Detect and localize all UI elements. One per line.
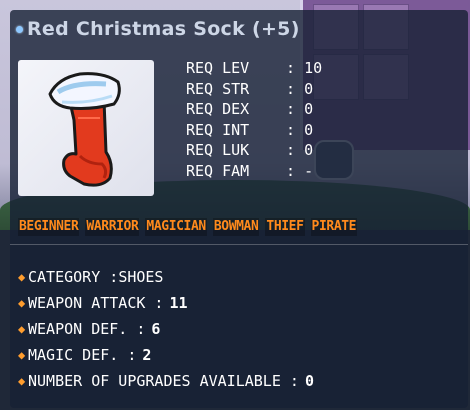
job-warrior: WARRIOR <box>85 218 140 236</box>
job-beginner: BEGINNER <box>18 218 80 236</box>
bullet-icon: ◆ <box>18 348 26 362</box>
item-title: Red Christmas Sock (+5) <box>16 18 300 40</box>
req-row-luk: REQ LUK: 0 <box>186 141 314 159</box>
req-value: 0 <box>304 100 314 118</box>
stat-magic-def: ◆ MAGIC DEF. : 2 <box>18 342 314 368</box>
stat-label: CATEGORY : <box>28 268 119 286</box>
req-value: 0 <box>304 120 314 139</box>
stat-label: WEAPON ATTACK : <box>28 294 164 312</box>
req-row-int: REQ INT: 0 <box>186 120 314 139</box>
job-list: BEGINNER WARRIOR MAGICIAN BOWMAN THIEF P… <box>18 218 358 236</box>
job-thief: THIEF <box>265 218 305 236</box>
req-value: 0 <box>304 141 314 159</box>
req-label: REQ LUK <box>186 141 250 159</box>
req-label: REQ STR <box>186 79 250 98</box>
req-row-dex: REQ DEX: 0 <box>186 100 314 118</box>
stats-list: ◆ CATEGORY : SHOES ◆ WEAPON ATTACK : 11 ◆ … <box>18 264 314 394</box>
bullet-icon: ◆ <box>18 322 26 336</box>
divider <box>10 244 468 245</box>
stat-upgrades-available: ◆ NUMBER OF UPGRADES AVAILABLE : 0 <box>18 368 314 394</box>
req-row-fam: REQ FAM: - <box>186 161 314 180</box>
stat-value: 0 <box>304 372 314 390</box>
req-label: REQ LEV <box>186 59 250 77</box>
item-tooltip: Red Christmas Sock (+5) REQ LEV: 10 REQ … <box>10 10 468 408</box>
stat-value: 2 <box>142 346 152 364</box>
stat-weapon-attack: ◆ WEAPON ATTACK : 11 <box>18 290 314 316</box>
job-pirate: PIRATE <box>310 218 358 236</box>
stat-label: WEAPON DEF. : <box>28 320 146 338</box>
req-label: REQ DEX <box>186 100 250 118</box>
stat-label: NUMBER OF UPGRADES AVAILABLE : <box>28 372 299 390</box>
stat-category: ◆ CATEGORY : SHOES <box>18 264 314 290</box>
stat-weapon-def: ◆ WEAPON DEF. : 6 <box>18 316 314 342</box>
stat-label: MAGIC DEF. : <box>28 346 137 364</box>
req-label: REQ INT <box>186 120 250 139</box>
stat-value: 6 <box>151 320 161 338</box>
red-christmas-sock-icon <box>48 72 121 187</box>
req-value: 10 <box>304 59 323 77</box>
bullet-dot-icon <box>16 25 23 33</box>
item-icon-frame <box>18 60 154 196</box>
req-row-level: REQ LEV: 10 <box>186 59 323 77</box>
item-name: Red Christmas Sock (+5) <box>27 18 300 40</box>
requirements-list: REQ LEV: 10 REQ STR: 0 REQ DEX: 0 REQ IN… <box>186 58 336 181</box>
bullet-icon: ◆ <box>18 296 26 310</box>
job-bowman: BOWMAN <box>212 218 260 236</box>
req-row-str: REQ STR: 0 <box>186 79 314 98</box>
req-label: REQ FAM <box>186 161 250 180</box>
stat-value: SHOES <box>118 268 164 286</box>
job-magician: MAGICIAN <box>145 218 207 236</box>
bullet-icon: ◆ <box>18 270 26 284</box>
bullet-icon: ◆ <box>18 374 26 388</box>
req-value: - <box>304 161 314 180</box>
req-value: 0 <box>304 79 314 98</box>
stat-value: 11 <box>169 294 188 312</box>
